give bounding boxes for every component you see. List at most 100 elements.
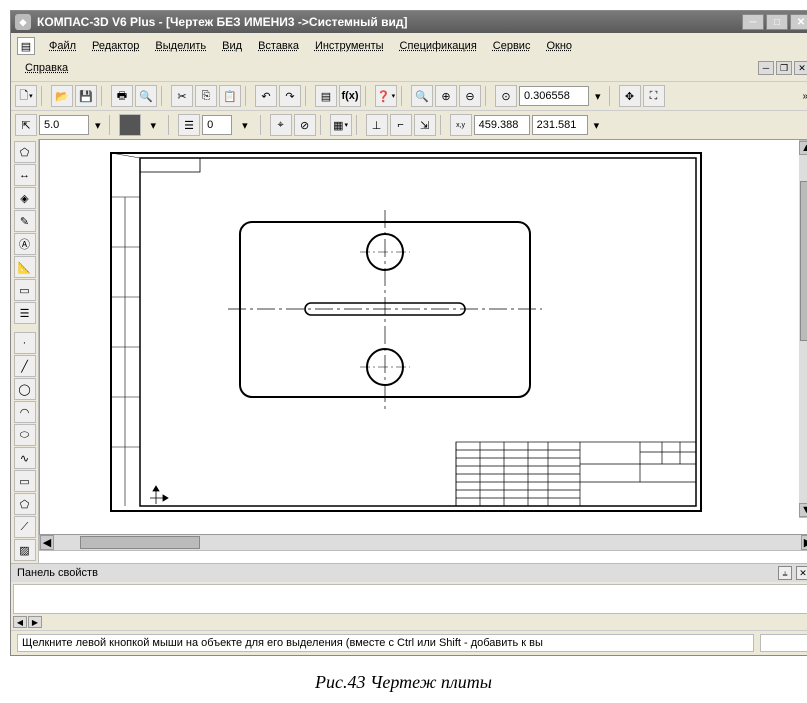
dropdown-icon[interactable]: ▾ [91, 119, 105, 132]
dropdown-icon[interactable]: ▾ [143, 119, 165, 132]
minimize-button[interactable]: ─ [742, 14, 764, 30]
properties-button[interactable]: ▤ [315, 85, 337, 107]
doc-close-button[interactable]: ✕ [794, 61, 807, 75]
preview-button[interactable]: 🔍 [135, 85, 157, 107]
ortho-button[interactable]: ⊥ [366, 114, 388, 136]
open-button[interactable]: 📂 [51, 85, 73, 107]
menu-file[interactable]: Файл [41, 37, 84, 55]
select-panel-button[interactable]: ▭ [14, 279, 36, 301]
menu-editor[interactable]: Редактор [84, 37, 147, 55]
vertical-scrollbar[interactable]: ▲ ▼ [799, 140, 807, 518]
spline-tool[interactable]: ∿ [14, 447, 36, 469]
statusbar: Щелкните левой кнопкой мыши на объекте д… [11, 630, 807, 655]
toolbar-current-state: ⇱ 5.0 ▾ ▾ ☰ 0 ▾ ⌖ ⊘ ▦ ⊥ ⌐ ⇲ x,y 459.388 … [11, 110, 807, 139]
status-message: Щелкните левой кнопкой мыши на объекте д… [17, 634, 754, 652]
polygon-tool[interactable]: ⬠ [14, 493, 36, 515]
layers-button[interactable]: ☰ [178, 114, 200, 136]
dropdown-icon[interactable]: ▾ [234, 119, 256, 132]
arc-tool[interactable]: ◠ [14, 401, 36, 423]
spec-panel-button[interactable]: ☰ [14, 302, 36, 324]
measure-panel-button[interactable]: 📐 [14, 256, 36, 278]
close-button[interactable]: ✕ [790, 14, 807, 30]
scroll-right-icon[interactable]: ▶ [801, 535, 807, 550]
scroll-thumb-v[interactable] [800, 181, 807, 341]
print-button[interactable]: 🖶 [111, 85, 133, 107]
properties-title: Панель свойств [17, 567, 98, 579]
help-context-button[interactable]: ❓ [375, 85, 397, 107]
rounded-button[interactable]: ⌐ [390, 114, 412, 136]
coord-mode-button[interactable]: x,y [450, 114, 472, 136]
menu-help[interactable]: Справка [17, 59, 76, 77]
aux-line-tool[interactable]: ⟋ [14, 516, 36, 538]
zoom-out-button[interactable]: ⊖ [459, 85, 481, 107]
toolbar-overflow-icon[interactable]: » [798, 91, 807, 102]
zoom-value[interactable]: 0.306558 [519, 86, 589, 106]
drawing-canvas[interactable]: ▲ ▼ [39, 139, 807, 535]
doc-restore-button[interactable]: ❐ [776, 61, 792, 75]
symbols-panel-button[interactable]: ◈ [14, 187, 36, 209]
hatch-tool[interactable]: ▨ [14, 539, 36, 561]
snap-global-button[interactable]: ⌖ [270, 114, 292, 136]
menu-service[interactable]: Сервис [485, 37, 539, 55]
doc-icon: ▤ [17, 37, 35, 55]
dropdown-icon[interactable]: ▾ [591, 90, 605, 103]
dimensions-panel-button[interactable]: ↔ [14, 164, 36, 186]
point-tool[interactable]: · [14, 332, 36, 354]
properties-close-button[interactable]: ✕ [796, 566, 807, 580]
properties-panel: Панель свойств ⫨ ✕ ◀ ▶ [11, 563, 807, 630]
properties-header: Панель свойств ⫨ ✕ [11, 564, 807, 582]
doc-minimize-button[interactable]: ─ [758, 61, 774, 75]
menu-insert[interactable]: Вставка [250, 37, 307, 55]
cut-button[interactable]: ✂ [171, 85, 193, 107]
menu-view[interactable]: Вид [214, 37, 250, 55]
scroll-down-icon[interactable]: ▼ [799, 503, 807, 517]
fit-button[interactable]: ⛶ [643, 85, 665, 107]
app-logo-icon: ◆ [15, 14, 31, 30]
snap-toggle-button[interactable]: ⊘ [294, 114, 316, 136]
edit-panel-button[interactable]: ✎ [14, 210, 36, 232]
menu-tools[interactable]: Инструменты [307, 37, 392, 55]
tab-next-button[interactable]: ▶ [28, 616, 42, 628]
variables-button[interactable]: f(x) [339, 85, 361, 107]
maximize-button[interactable]: □ [766, 14, 788, 30]
coord-y: 231.581 [532, 115, 588, 135]
tab-prev-button[interactable]: ◀ [13, 616, 27, 628]
rect-tool[interactable]: ▭ [14, 470, 36, 492]
properties-body[interactable] [13, 584, 807, 614]
menu-spec[interactable]: Спецификация [392, 37, 485, 55]
zoom-window-button[interactable]: 🔍 [411, 85, 433, 107]
menu-window[interactable]: Окно [538, 37, 580, 55]
line-tool[interactable]: ╱ [14, 355, 36, 377]
new-button[interactable]: 🗋 [15, 85, 37, 107]
dropdown-icon[interactable]: ▾ [590, 119, 604, 132]
window-title: КОМПАС-3D V6 Plus - [Чертеж БЕЗ ИМЕНИ3 -… [37, 15, 742, 29]
pan-button[interactable]: ✥ [619, 85, 641, 107]
properties-tabs: ◀ ▶ [11, 616, 807, 630]
paste-button[interactable]: 📋 [219, 85, 241, 107]
save-button[interactable]: 💾 [75, 85, 97, 107]
menu-select[interactable]: Выделить [147, 37, 214, 55]
grid-button[interactable]: ▦ [330, 114, 352, 136]
pin-button[interactable]: ⫨ [778, 566, 792, 580]
titlebar: ◆ КОМПАС-3D V6 Plus - [Чертеж БЕЗ ИМЕНИ3… [11, 11, 807, 33]
coord-x: 459.388 [474, 115, 530, 135]
undo-button[interactable]: ↶ [255, 85, 277, 107]
ellipse-tool[interactable]: ⬭ [14, 424, 36, 446]
step-value[interactable]: 5.0 [39, 115, 89, 135]
style-button[interactable] [119, 114, 141, 136]
circle-tool[interactable]: ◯ [14, 378, 36, 400]
horizontal-scrollbar[interactable]: ◀ ▶ [39, 535, 807, 551]
scroll-up-icon[interactable]: ▲ [799, 141, 807, 155]
redo-button[interactable]: ↷ [279, 85, 301, 107]
zoom-scale-button[interactable]: ⊙ [495, 85, 517, 107]
step-button[interactable]: ⇱ [15, 114, 37, 136]
zoom-in-button[interactable]: ⊕ [435, 85, 457, 107]
scroll-left-icon[interactable]: ◀ [40, 535, 54, 550]
layer-value[interactable]: 0 [202, 115, 232, 135]
geometry-panel-button[interactable]: ⬠ [14, 141, 36, 163]
copy-button[interactable]: ⎘ [195, 85, 217, 107]
params-panel-button[interactable]: Ⓐ [14, 233, 36, 255]
menubar-row2: Справка ─ ❐ ✕ [11, 57, 807, 81]
scroll-thumb-h[interactable] [80, 536, 200, 549]
local-cs-button[interactable]: ⇲ [414, 114, 436, 136]
